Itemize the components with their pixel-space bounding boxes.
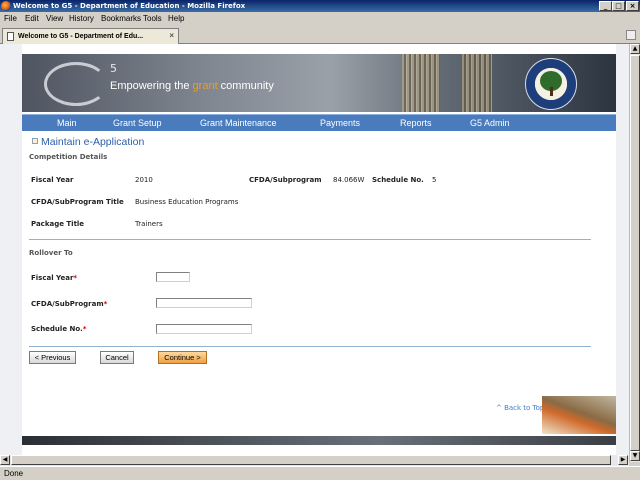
divider (29, 346, 591, 347)
rollover-fiscal-year-input[interactable] (156, 272, 190, 282)
tab-strip: Welcome to G5 - Department of Edu... × (0, 26, 640, 44)
scroll-up-icon[interactable]: ▲ (630, 44, 640, 54)
menu-help[interactable]: Help (168, 14, 184, 24)
tagline-start: Empowering the (110, 80, 193, 92)
page-icon (7, 32, 14, 41)
page-title-text: Maintain e-Application (41, 136, 145, 148)
cfda-label: CFDA/Subprogram (249, 176, 322, 184)
tagline-accent: grant (192, 80, 218, 92)
fiscal-year-value: 2010 (135, 176, 153, 184)
scroll-left-icon[interactable]: ◀ (0, 455, 10, 465)
horizontal-scrollbar[interactable]: ◀ ▶ (0, 455, 629, 466)
schedule-value: 5 (432, 176, 437, 184)
nav-g5-admin[interactable]: G5 Admin (470, 118, 510, 129)
rollover-schedule-input[interactable] (156, 324, 252, 334)
nav-main[interactable]: Main (57, 118, 77, 129)
tab-close-icon[interactable]: × (169, 31, 174, 40)
browser-viewport: 5 Empowering the grant community Main Gr… (0, 44, 629, 462)
new-tab-icon[interactable] (626, 30, 636, 40)
previous-button[interactable]: < Previous (29, 351, 76, 364)
menu-bookmarks[interactable]: Bookmarks (101, 14, 141, 24)
tab-label: Welcome to G5 - Department of Edu... (18, 33, 144, 40)
rollover-cfda-input[interactable] (156, 298, 252, 308)
required-marker: * (73, 274, 78, 282)
site-banner: 5 Empowering the grant community (22, 54, 616, 112)
maximize-icon[interactable]: □ (612, 1, 625, 11)
rollover-fiscal-year-label: Fiscal Year* (31, 274, 77, 282)
menu-view[interactable]: View (46, 14, 63, 24)
vertical-scrollbar[interactable]: ▲ ▼ (629, 44, 640, 462)
seal-trunk (550, 87, 553, 96)
schedule-label: Schedule No. (372, 176, 424, 184)
required-marker: * (82, 325, 87, 333)
banner-photo (462, 54, 492, 112)
nav-grant-setup[interactable]: Grant Setup (113, 118, 162, 129)
nav-grant-maintenance[interactable]: Grant Maintenance (200, 118, 277, 129)
menu-file[interactable]: File (4, 14, 17, 24)
banner-photo (402, 54, 440, 112)
footer-bar (22, 436, 616, 445)
rollover-fiscal-year-label-text: Fiscal Year (31, 274, 74, 282)
page-title: Maintain e-Application (32, 136, 144, 148)
rollover-schedule-label-text: Schedule No. (31, 325, 83, 333)
menu-history[interactable]: History (69, 14, 94, 24)
rollover-cfda-label: CFDA/SubProgram* (31, 300, 107, 308)
menu-bar: File Edit View History Bookmarks Tools H… (0, 12, 640, 26)
page: 5 Empowering the grant community Main Gr… (22, 44, 616, 462)
cancel-button[interactable]: Cancel (100, 351, 134, 364)
scroll-thumb-horizontal[interactable] (11, 455, 611, 465)
page-title-icon (32, 138, 38, 144)
window-title-bar: Welcome to G5 - Department of Education … (0, 0, 640, 12)
divider (29, 239, 591, 240)
nav-payments[interactable]: Payments (320, 118, 360, 129)
department-seal-icon (525, 58, 577, 110)
main-nav: Main Grant Setup Grant Maintenance Payme… (22, 114, 616, 131)
rollover-schedule-label: Schedule No.* (31, 325, 87, 333)
rollover-cfda-label-text: CFDA/SubProgram (31, 300, 104, 308)
minimize-icon[interactable]: _ (599, 1, 612, 11)
subprogram-title-label: CFDA/SubProgram Title (31, 198, 124, 206)
status-text: Done (4, 469, 24, 478)
status-bar: Done (0, 466, 640, 480)
subprogram-title-value: Business Education Programs (135, 198, 239, 206)
tagline-end: community (217, 80, 274, 92)
package-title-label: Package Title (31, 220, 85, 228)
continue-button[interactable]: Continue > (158, 351, 207, 364)
cfda-value: 84.066W (333, 176, 365, 184)
menu-tools[interactable]: Tools (143, 14, 162, 24)
scroll-thumb[interactable] (630, 55, 640, 451)
logo-superscript: 5 (110, 62, 117, 75)
back-to-top-link[interactable]: ^ Back to Top (496, 404, 544, 412)
scroll-right-icon[interactable]: ▶ (618, 455, 628, 465)
required-marker: * (103, 300, 108, 308)
close-icon[interactable]: × (626, 1, 639, 11)
competition-details-heading: Competition Details (29, 153, 108, 161)
g5-logo-icon (44, 62, 108, 106)
fiscal-year-label: Fiscal Year (31, 176, 74, 184)
firefox-icon (1, 1, 11, 11)
package-title-value: Trainers (135, 220, 163, 228)
tagline: Empowering the grant community (110, 80, 274, 92)
nav-reports[interactable]: Reports (400, 118, 432, 129)
rollover-heading: Rollover To (29, 249, 73, 257)
tab-g5[interactable]: Welcome to G5 - Department of Edu... × (2, 28, 179, 44)
window-title: Welcome to G5 - Department of Education … (13, 2, 246, 10)
scroll-down-icon[interactable]: ▼ (630, 451, 640, 461)
menu-edit[interactable]: Edit (25, 14, 39, 24)
footer-photo (542, 396, 616, 434)
